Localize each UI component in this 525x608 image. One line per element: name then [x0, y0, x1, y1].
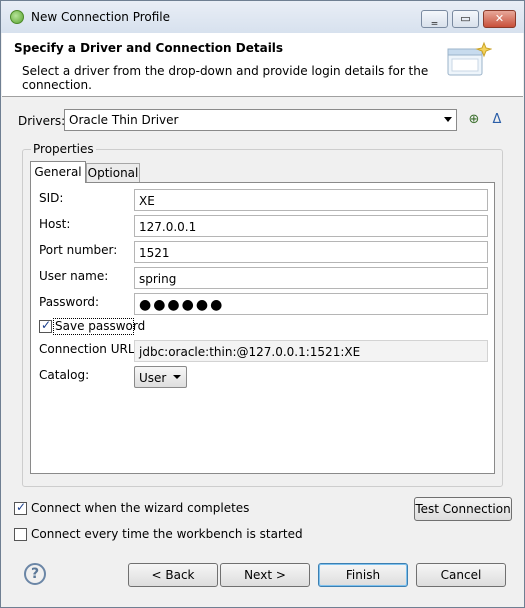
properties-group-label: Properties — [31, 142, 96, 156]
connection-url-label: Connection URL: — [39, 342, 139, 356]
chevron-down-icon — [444, 117, 452, 122]
finish-button[interactable]: Finish — [318, 563, 408, 587]
password-mask: ●●●●●● — [139, 297, 225, 313]
spring-leaf-icon — [10, 10, 24, 24]
connect-on-finish-label[interactable]: Connect when the wizard completes — [31, 501, 249, 515]
drivers-label: Drivers: — [18, 114, 66, 128]
dialog-window: New Connection Profile ‗ ▭ ✕ Specify a D… — [0, 0, 525, 608]
maximize-icon: ▭ — [460, 12, 471, 25]
catalog-selected-value: User — [139, 371, 167, 385]
save-password-label[interactable]: Save password — [55, 319, 145, 333]
maximize-button[interactable]: ▭ — [452, 10, 479, 28]
catalog-label: Catalog: — [39, 368, 90, 382]
host-field[interactable]: 127.0.0.1 — [134, 215, 488, 237]
chevron-down-icon — [173, 375, 181, 379]
back-button[interactable]: < Back — [128, 563, 218, 587]
window-title: New Connection Profile — [31, 10, 171, 24]
port-label: Port number: — [39, 243, 118, 257]
drivers-select[interactable]: Oracle Thin Driver — [64, 109, 457, 131]
edit-driver-icon[interactable]: Δ — [489, 112, 505, 128]
connect-on-finish-checkbox[interactable]: ✓ — [14, 500, 27, 515]
tab-general[interactable]: General — [30, 161, 86, 183]
catalog-select[interactable]: User — [134, 366, 187, 388]
close-icon: ✕ — [494, 12, 505, 25]
title-bar[interactable]: New Connection Profile ‗ ▭ ✕ — [1, 1, 524, 33]
connect-on-startup-label[interactable]: Connect every time the workbench is star… — [31, 527, 303, 541]
checkmark-icon: ✓ — [16, 500, 27, 514]
close-button[interactable]: ✕ — [483, 10, 516, 28]
minimize-icon: ‗ — [431, 12, 438, 25]
wizard-header: Specify a Driver and Connection Details … — [2, 33, 523, 97]
password-label: Password: — [39, 295, 100, 309]
page-title: Specify a Driver and Connection Details — [14, 41, 284, 55]
test-connection-button[interactable]: Test Connection — [414, 497, 512, 521]
user-name-label: User name: — [39, 269, 109, 283]
connection-url-field[interactable]: jdbc:oracle:thin:@127.0.0.1:1521:XE — [134, 340, 488, 362]
user-name-field[interactable]: spring — [134, 267, 488, 289]
password-field[interactable]: ●●●●●● — [134, 293, 488, 315]
page-description: Select a driver from the drop-down and p… — [22, 64, 429, 92]
tab-optional[interactable]: Optional — [86, 163, 140, 182]
save-password-checkbox[interactable]: ✓ — [39, 318, 52, 333]
new-driver-icon[interactable]: ⊕ — [466, 112, 482, 128]
help-icon[interactable]: ? — [24, 563, 46, 585]
connect-on-startup-checkbox[interactable] — [14, 528, 27, 541]
checkmark-icon: ✓ — [41, 318, 52, 332]
port-field[interactable]: 1521 — [134, 241, 488, 263]
wizard-banner-icon — [447, 41, 492, 76]
sid-field[interactable]: XE — [134, 189, 488, 211]
drivers-selected-value: Oracle Thin Driver — [69, 113, 179, 127]
cancel-button[interactable]: Cancel — [416, 563, 506, 587]
next-button[interactable]: Next > — [220, 563, 310, 587]
minimize-button[interactable]: ‗ — [421, 10, 448, 28]
sid-label: SID: — [39, 191, 64, 205]
host-label: Host: — [39, 217, 71, 231]
